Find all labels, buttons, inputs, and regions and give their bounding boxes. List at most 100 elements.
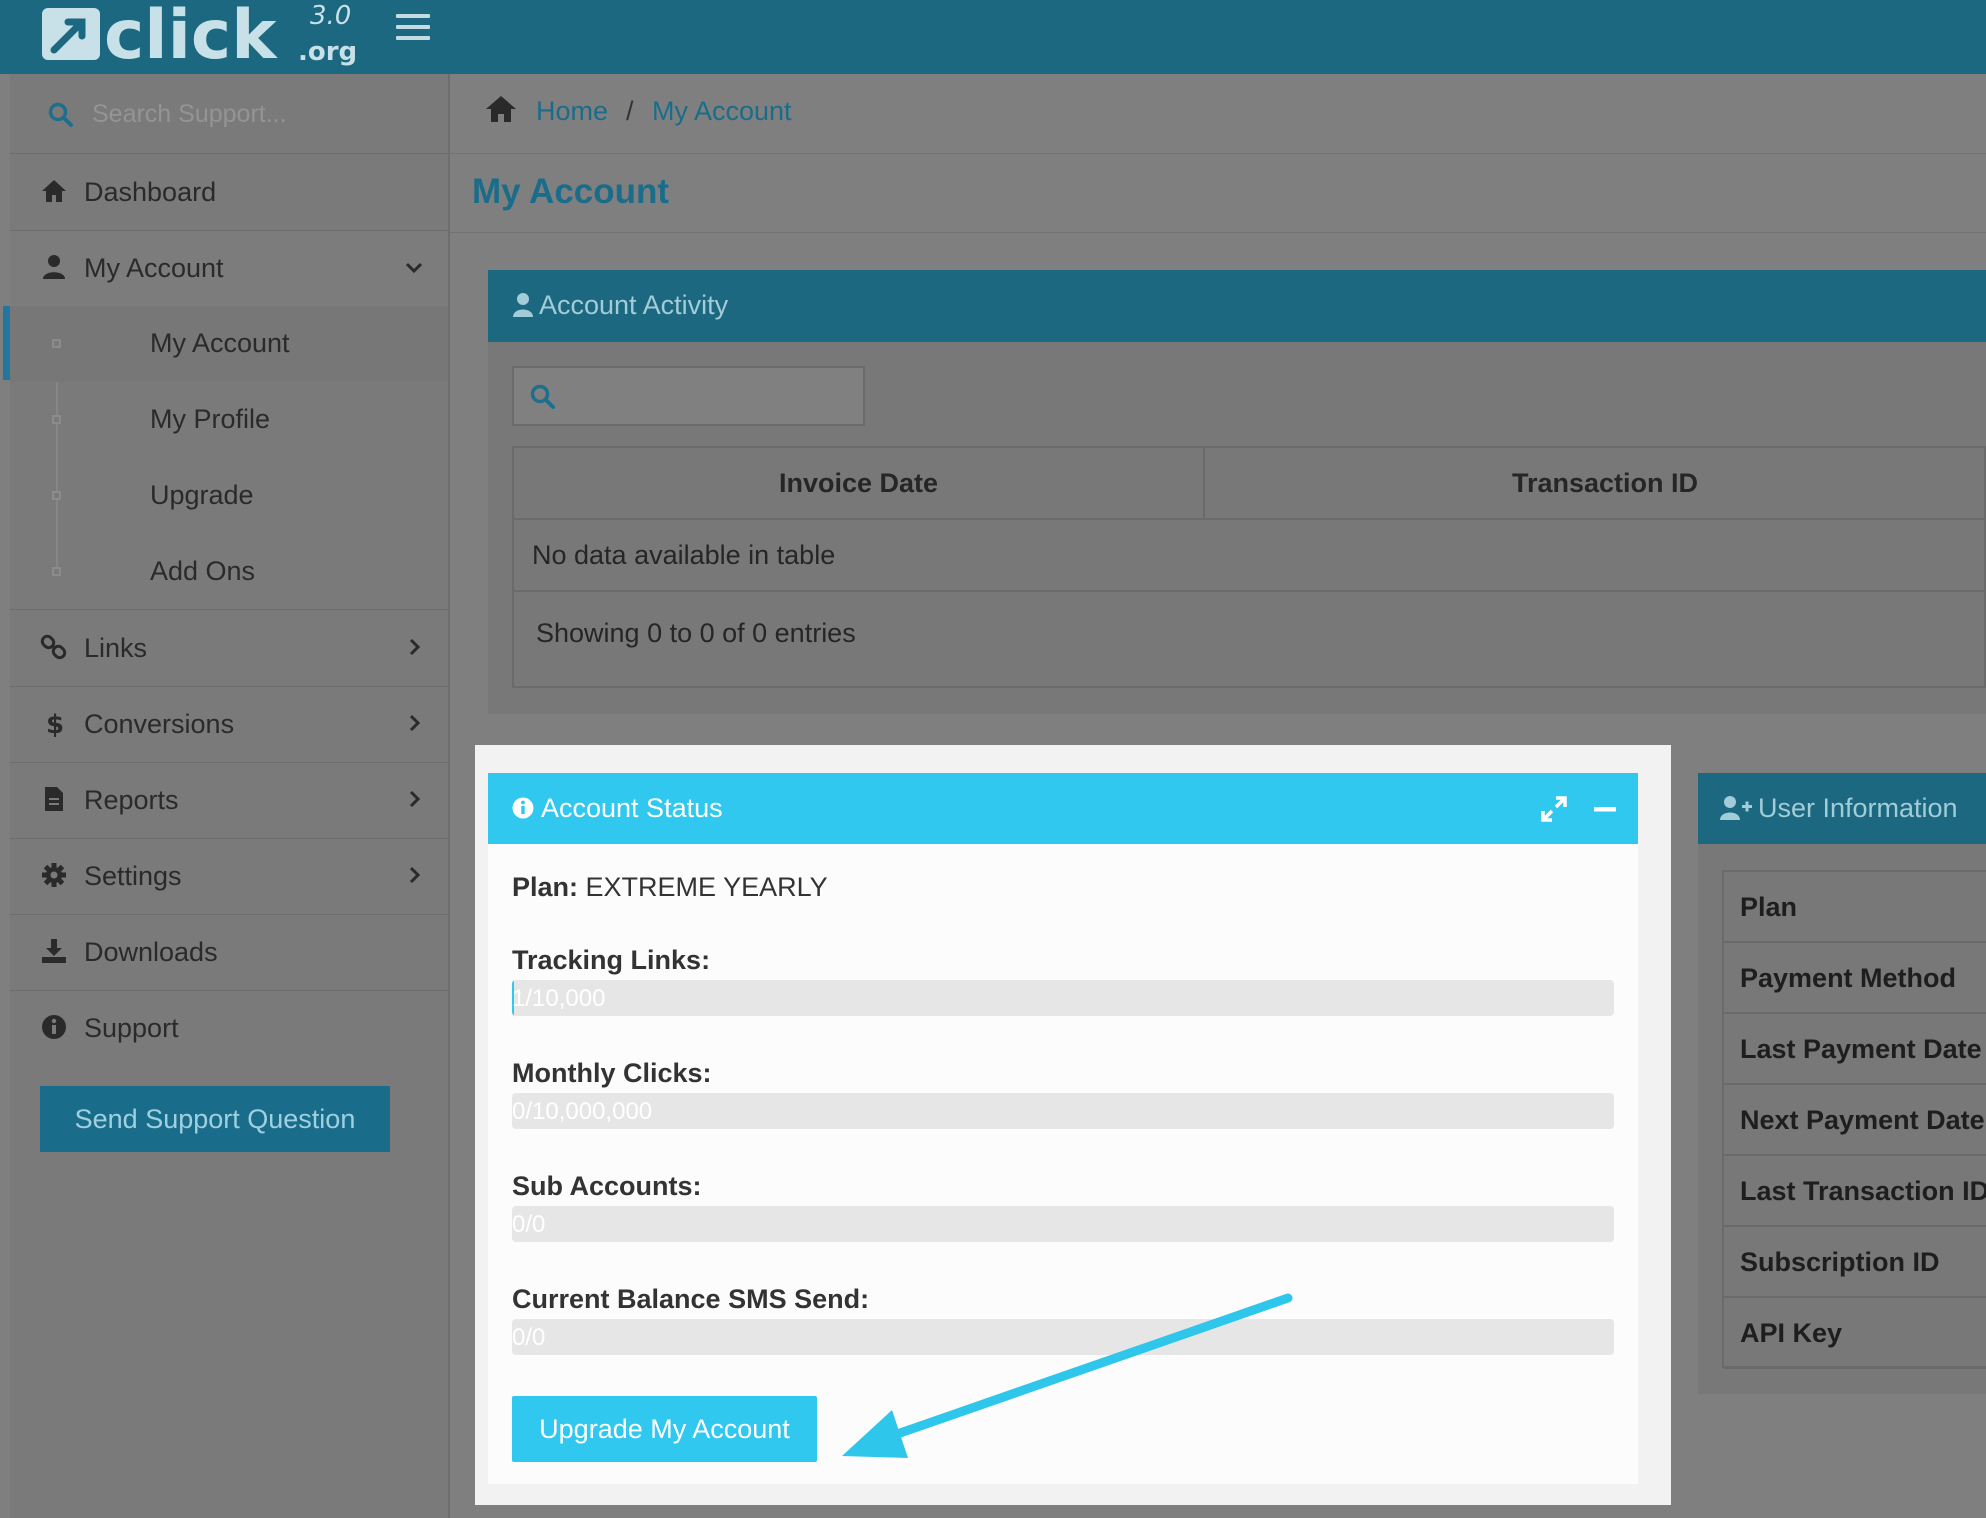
- chevron-right-icon: [409, 866, 421, 884]
- sidebar-item-label: Settings: [84, 861, 182, 891]
- column-header-transaction-id[interactable]: Transaction ID: [1205, 468, 1986, 499]
- chevron-right-icon: [409, 714, 421, 732]
- progress-value: 0/0: [512, 1211, 546, 1238]
- search-icon: [530, 384, 555, 409]
- monthly-clicks-label: Monthly Clicks:: [512, 1058, 712, 1088]
- sidebar-item-label: Reports: [84, 785, 179, 815]
- user-information-table: Plan Payment Method Last Payment Date Ne…: [1722, 870, 1986, 1369]
- user-plus-icon: [1720, 796, 1752, 820]
- table-row: API Key: [1724, 1298, 1986, 1369]
- submenu-item-add-ons[interactable]: Add Ons: [10, 534, 448, 610]
- empty-table-message: No data available in table: [532, 540, 836, 570]
- row-label: Last Transaction ID: [1740, 1176, 1986, 1206]
- sidebar-item-dashboard[interactable]: Dashboard: [10, 155, 448, 231]
- download-icon: [42, 939, 66, 963]
- tracking-links-label: Tracking Links:: [512, 945, 711, 975]
- sidebar-item-conversions[interactable]: $ Conversions: [10, 687, 448, 763]
- breadcrumb-current[interactable]: My Account: [652, 96, 792, 127]
- expand-icon[interactable]: [1540, 795, 1568, 823]
- sidebar-item-label: Links: [84, 633, 148, 663]
- svg-text:click: click: [104, 0, 278, 70]
- row-label: Next Payment Date: [1740, 1105, 1985, 1135]
- column-header-invoice-date[interactable]: Invoice Date: [514, 468, 1203, 499]
- sub-accounts-label: Sub Accounts:: [512, 1171, 702, 1201]
- table-header: Invoice Date Transaction ID: [514, 448, 1984, 520]
- row-label: API Key: [1740, 1318, 1843, 1348]
- table-row: Last Payment Date: [1724, 1014, 1986, 1085]
- svg-text:$: $: [46, 710, 64, 737]
- page-header: [450, 155, 1986, 233]
- tree-node-icon: [52, 339, 61, 348]
- monthly-clicks-progress: 0/10,000,000: [512, 1093, 1614, 1129]
- table-row: Last Transaction ID: [1724, 1156, 1986, 1227]
- sidebar-divider: [448, 74, 450, 1518]
- progress-value: 0/0: [512, 1324, 546, 1351]
- breadcrumb-separator: /: [626, 96, 634, 126]
- sidebar-item-reports[interactable]: Reports: [10, 763, 448, 839]
- annotation-arrow-icon: [842, 1293, 1293, 1458]
- tree-node-icon: [52, 567, 61, 576]
- submenu-item-label: Upgrade: [150, 480, 254, 510]
- activity-search-input[interactable]: [512, 366, 865, 426]
- info-icon: [512, 797, 534, 819]
- table-row: Payment Method: [1724, 943, 1986, 1014]
- submenu-item-my-account[interactable]: My Account: [10, 306, 448, 382]
- user-icon: [513, 293, 533, 317]
- submenu-item-label: My Account: [150, 328, 290, 358]
- dollar-icon: $: [46, 710, 64, 737]
- sidebar-item-label: Support: [84, 1013, 179, 1043]
- upgrade-my-account-button[interactable]: Upgrade My Account: [512, 1396, 817, 1462]
- svg-text:3.0: 3.0: [310, 1, 351, 31]
- row-label: Subscription ID: [1740, 1247, 1940, 1277]
- submenu-item-my-profile[interactable]: My Profile: [10, 382, 448, 458]
- minimize-icon[interactable]: [1592, 795, 1618, 823]
- plan-value: EXTREME YEARLY: [585, 872, 828, 902]
- brand-logo[interactable]: click 3.0 .org: [40, 0, 360, 75]
- chevron-down-icon: [405, 262, 423, 274]
- file-icon: [45, 787, 63, 811]
- tree-node-icon: [52, 415, 61, 424]
- progress-value: 0/10,000,000: [512, 1098, 653, 1125]
- sidebar-item-label: Dashboard: [84, 177, 217, 207]
- row-label: Payment Method: [1740, 963, 1957, 993]
- sidebar-item-links[interactable]: Links: [10, 611, 448, 687]
- user-icon: [43, 255, 65, 279]
- breadcrumb: Home / My Account: [450, 74, 1986, 154]
- sidebar-search[interactable]: Search Support...: [10, 74, 448, 154]
- sidebar-item-my-account[interactable]: My Account: [10, 231, 448, 307]
- account-activity-header: Account Activity: [488, 270, 1986, 342]
- tree-node-icon: [52, 491, 61, 500]
- plan-label: Plan:: [512, 872, 579, 902]
- submenu-item-label: Add Ons: [150, 556, 256, 586]
- panel-title: Account Status: [541, 793, 723, 823]
- search-input[interactable]: Search Support...: [92, 100, 287, 129]
- sidebar-item-label: Downloads: [84, 937, 218, 967]
- info-icon: [42, 1015, 66, 1039]
- submenu-item-upgrade[interactable]: Upgrade: [10, 458, 448, 534]
- send-support-question-button[interactable]: Send Support Question: [40, 1086, 390, 1152]
- home-icon[interactable]: [484, 94, 518, 124]
- sub-accounts-progress: 0/0: [512, 1206, 1614, 1242]
- sidebar-item-label: My Account: [84, 253, 224, 283]
- gear-icon: [42, 863, 66, 887]
- sidebar-item-downloads[interactable]: Downloads: [10, 915, 448, 991]
- sidebar-item-settings[interactable]: Settings: [10, 839, 448, 915]
- progress-value: 1/10,000: [512, 985, 606, 1012]
- table-row: Next Payment Date: [1724, 1085, 1986, 1156]
- breadcrumb-home-link[interactable]: Home: [536, 96, 608, 127]
- chevron-right-icon: [409, 790, 421, 808]
- tracking-links-progress: 1/10,000: [512, 980, 1614, 1016]
- table-row: No data available in table: [514, 520, 1984, 592]
- page-title: My Account: [472, 172, 670, 211]
- activity-table: Invoice Date Transaction ID No data avai…: [512, 446, 1986, 688]
- account-status-header: Account Status: [488, 773, 1638, 844]
- search-icon: [48, 102, 73, 127]
- user-information-header: User Information: [1698, 773, 1986, 844]
- link-icon: [40, 634, 67, 660]
- table-info: Showing 0 to 0 of 0 entries: [536, 618, 856, 648]
- sidebar-item-support[interactable]: Support: [10, 991, 448, 1067]
- panel-title: Account Activity: [539, 290, 729, 320]
- chevron-right-icon: [409, 638, 421, 656]
- menu-toggle-icon[interactable]: [396, 14, 430, 44]
- plan-line: Plan: EXTREME YEARLY: [512, 872, 828, 903]
